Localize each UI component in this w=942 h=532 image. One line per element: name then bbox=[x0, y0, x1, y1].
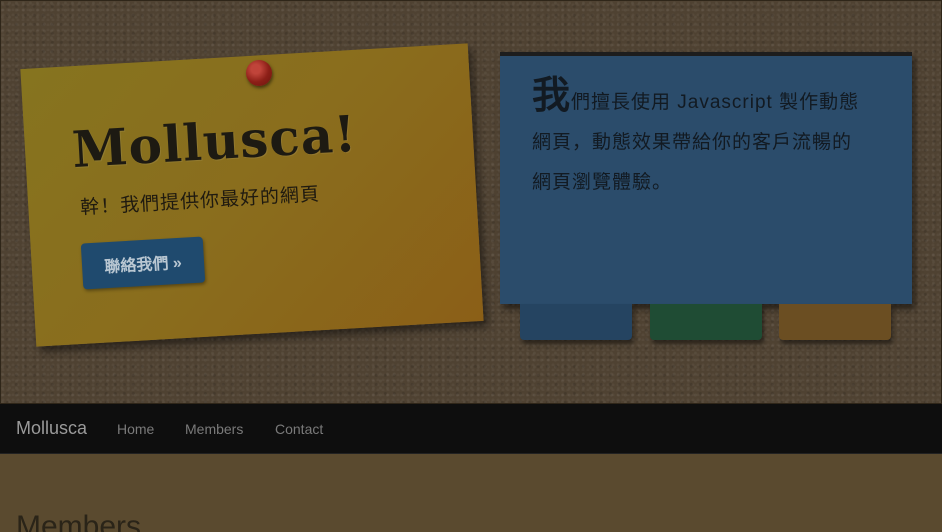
navbar-brand[interactable]: Mollusca bbox=[16, 418, 87, 439]
nav-link-contact[interactable]: Contact bbox=[275, 421, 323, 437]
pushpin-icon bbox=[246, 60, 272, 86]
feature-text-line-2: 網頁，動態效果帶給你的客戶流暢的 bbox=[532, 132, 853, 153]
nav-link-home[interactable]: Home bbox=[117, 421, 154, 437]
panel-tab-green[interactable] bbox=[650, 304, 762, 340]
nav-link-members[interactable]: Members bbox=[185, 421, 243, 437]
feature-panel-text: 我們擅長使用 Javascript 製作動態 網頁，動態效果帶給你的客戶流暢的 … bbox=[532, 76, 892, 203]
feature-text-line-3: 網頁瀏覽體驗。 bbox=[532, 172, 673, 193]
feature-text-line-1: 們擅長使用 Javascript 製作動態 bbox=[571, 92, 860, 113]
members-heading: Members bbox=[16, 510, 142, 532]
feature-lead-char: 我 bbox=[532, 75, 572, 117]
panel-tab-blue[interactable] bbox=[520, 304, 632, 340]
content-area bbox=[0, 454, 942, 532]
contact-us-button[interactable]: 聯絡我們 » bbox=[80, 236, 206, 290]
panel-tab-orange[interactable] bbox=[779, 304, 891, 340]
navbar: Mollusca Home Members Contact bbox=[0, 404, 942, 454]
